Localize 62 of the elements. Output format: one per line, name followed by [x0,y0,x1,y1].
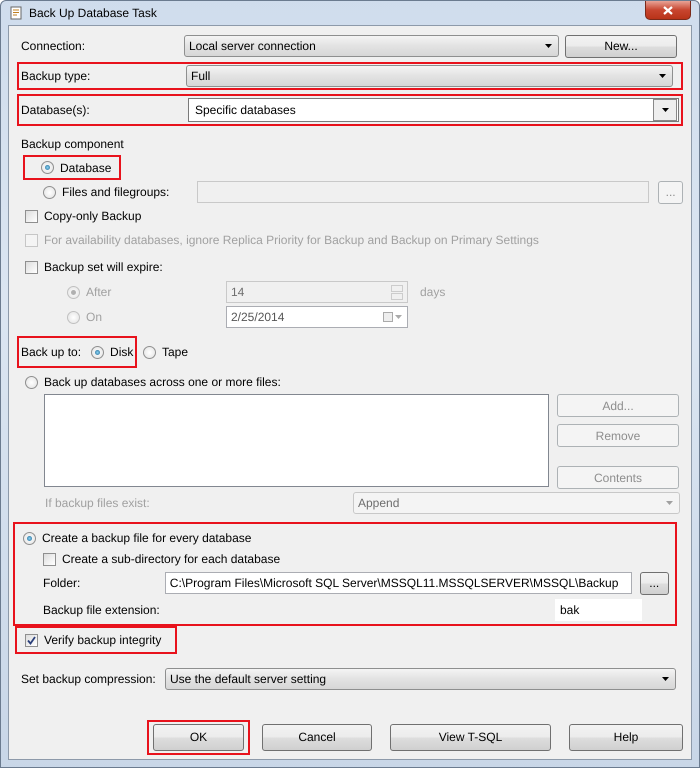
browse-button[interactable]: ... [640,572,669,594]
radio-label: Files and filegroups: [62,185,170,199]
field-label: Folder: [43,576,82,590]
radio-label: Database [60,160,112,174]
checkbox-label: Backup set will expire: [44,260,163,274]
checkbox[interactable] [25,260,38,274]
radio-button[interactable] [25,376,38,388]
calendar-icon [383,312,403,322]
caret-icon [659,74,666,78]
caret-icon [662,677,669,681]
caret-icon [545,44,552,48]
radio-label: After [86,285,112,299]
close-button[interactable] [645,1,691,20]
connection-dropdown[interactable]: Local server connection [184,35,559,57]
backup-type-dropdown[interactable]: Full [186,65,673,87]
field-label: Set backup compression: [21,672,157,686]
radio-label: Disk [110,345,134,359]
new-button[interactable]: New... [565,34,677,58]
folder-field[interactable]: C:\Program Files\Microsoft SQL Server\MSSQL11.MSSQLSERVER\MSSQL\Backup [164,572,632,594]
radio-button[interactable] [23,532,36,544]
checkbox-label: Copy-only Backup [44,209,142,223]
databases-dropdown[interactable]: Specific databases [188,98,679,122]
field-label: Back up to: [21,345,82,359]
radio-label: On [86,310,104,324]
radio-button[interactable] [43,186,56,198]
checkbox[interactable] [25,210,38,222]
radio-label: Create a backup file for every database [42,531,252,545]
field-label: Connection: [21,39,86,53]
unit-label: days [420,285,446,299]
checkbox-label: Verify backup integrity [44,633,162,647]
radio-button[interactable] [143,346,156,358]
field-label: Database(s): [21,103,91,117]
date-field[interactable]: 2/25/2014 [226,306,408,328]
radio-button[interactable] [67,286,80,298]
dialog-button[interactable]: Help [569,724,683,750]
caret-icon [666,501,673,505]
compression-dropdown[interactable]: Use the default server setting [165,668,676,690]
radio-button[interactable] [67,310,80,324]
dialog-button[interactable]: View T-SQL [390,724,551,750]
caret-icon [662,108,668,112]
radio-button[interactable] [91,346,104,358]
existing-files-dropdown[interactable]: Append [353,492,680,514]
radio-button[interactable] [41,161,54,174]
field-label: If backup files exist: [45,496,151,510]
checkbox[interactable] [25,634,38,646]
section-label: Backup component [21,137,124,151]
radio-label: Tape [162,345,188,359]
checkbox[interactable] [43,552,56,566]
checkbox-label: For availability databases, ignore Replica Priority for Backup and Backup on Primary Settings [44,233,539,247]
dialog-button[interactable]: OK [153,724,244,750]
close-icon [663,6,673,14]
window-title: Back Up Database Task [29,6,158,20]
days-spin-field[interactable]: 14 [226,281,408,303]
checkbox-label: Create a sub-directory for each database [62,552,280,566]
filegroups-field[interactable] [197,181,650,203]
app-icon [9,6,23,20]
field-label: Backup type: [21,69,92,83]
file-list[interactable] [44,394,549,487]
extension-field[interactable]: bak [555,599,642,621]
field-label: Backup file extension: [43,603,161,617]
dialog-button[interactable]: Cancel [262,724,372,750]
radio-label: Back up databases across one or more files: [44,375,281,389]
